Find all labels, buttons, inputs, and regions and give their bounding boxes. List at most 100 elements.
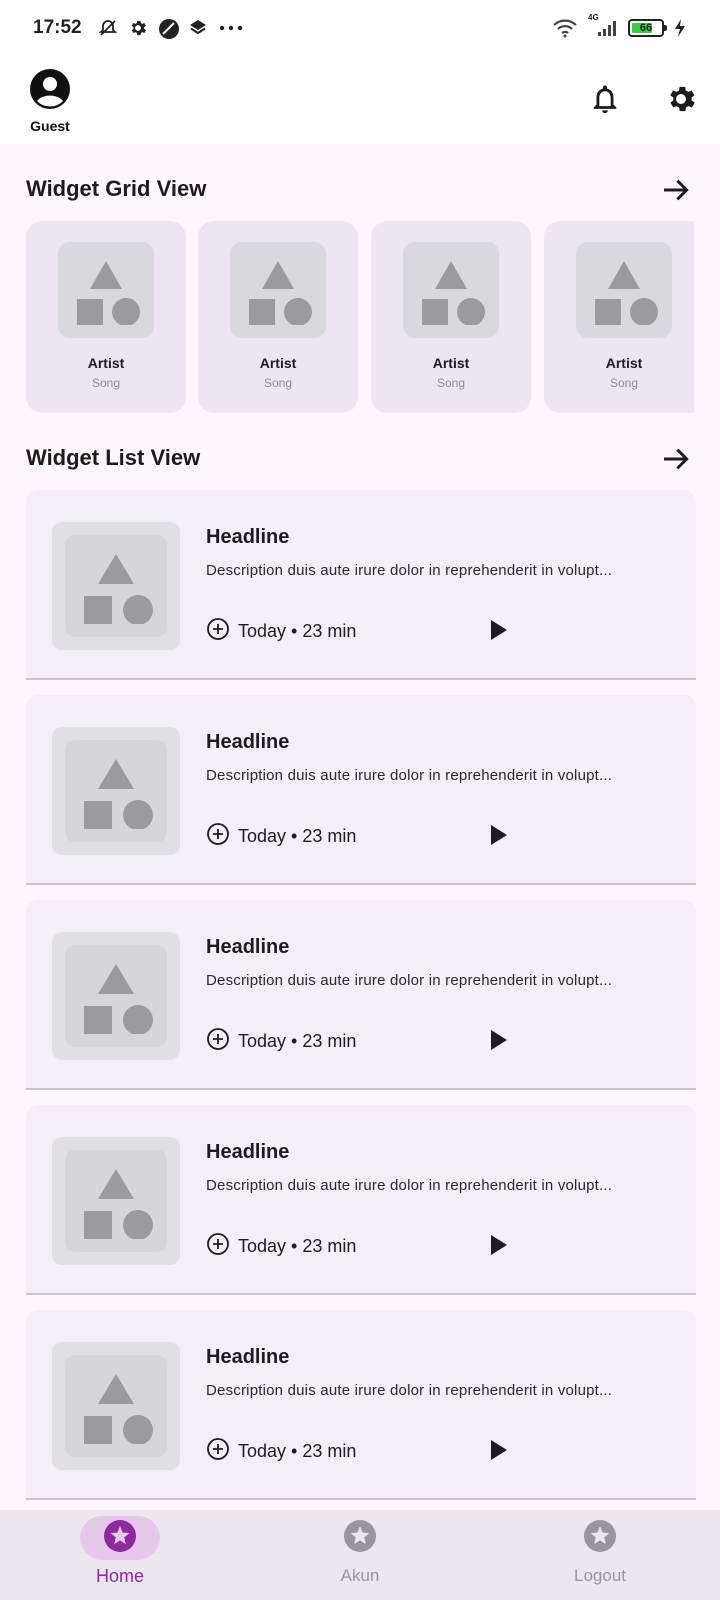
add-circle-icon[interactable] <box>206 1232 230 1261</box>
guest-account[interactable]: Guest <box>28 68 72 134</box>
grid-card-subtitle: Song <box>609 376 639 390</box>
grid-card-title: Artist <box>259 355 297 371</box>
signal-icon: 4G <box>588 13 618 38</box>
arrow-right-icon[interactable] <box>660 443 692 480</box>
grid-card[interactable]: Artist Song <box>26 221 186 413</box>
battery-level: 66 <box>639 22 653 34</box>
wifi-icon <box>552 18 578 38</box>
grid-card-subtitle: Song <box>436 376 466 390</box>
app-bar: Guest <box>0 56 720 144</box>
more-icon <box>218 18 244 38</box>
battery-icon: 66 <box>628 19 667 37</box>
list-meta-text: Today • 23 min <box>238 621 357 641</box>
play-icon[interactable] <box>486 1028 510 1057</box>
grid-card[interactable]: Artist Song <box>544 221 694 413</box>
nav-item-home[interactable]: Home <box>0 1510 240 1600</box>
list-item[interactable]: Headline Description duis aute irure dol… <box>26 490 696 680</box>
play-icon[interactable] <box>486 823 510 852</box>
mute-icon <box>98 18 118 38</box>
nav-item-logout[interactable]: Logout <box>480 1510 720 1600</box>
list-thumb <box>52 932 180 1060</box>
circle-app-icon <box>158 18 179 39</box>
list-description: Description duis aute irure dolor in rep… <box>206 972 613 989</box>
list-description: Description duis aute irure dolor in rep… <box>206 562 613 579</box>
status-right: 4G 66 <box>552 13 686 38</box>
shapes-icon <box>403 242 499 338</box>
grid-card-subtitle: Song <box>263 376 293 390</box>
nav-item-akun[interactable]: Akun <box>240 1510 480 1600</box>
play-icon[interactable] <box>486 1438 510 1467</box>
list-thumb <box>52 727 180 855</box>
arrow-right-icon[interactable] <box>660 174 692 211</box>
shapes-icon <box>65 1355 167 1457</box>
list-item[interactable]: Headline Description duis aute irure dol… <box>26 1105 696 1295</box>
star-icon <box>584 1519 616 1557</box>
grid-card-title: Artist <box>87 355 125 371</box>
list-item[interactable]: Headline Description duis aute irure dol… <box>26 1310 696 1500</box>
nav-pill <box>560 1516 640 1560</box>
bell-icon[interactable] <box>588 82 622 121</box>
list-item[interactable]: Headline Description duis aute irure dol… <box>26 695 696 885</box>
list-headline: Headline <box>206 1141 290 1163</box>
status-bar: 17:52 4G 66 <box>0 0 720 56</box>
grid-section-title: Widget Grid View <box>26 176 207 201</box>
shapes-icon <box>65 740 167 842</box>
play-icon[interactable] <box>486 1233 510 1262</box>
list-meta-text: Today • 23 min <box>238 1236 357 1256</box>
play-icon[interactable] <box>486 618 510 647</box>
nav-label: Logout <box>574 1566 626 1585</box>
settings-icon[interactable] <box>664 82 698 121</box>
grid-card[interactable]: Artist Song <box>371 221 531 413</box>
account-icon <box>29 68 71 115</box>
list-thumb <box>52 1342 180 1470</box>
list-meta: Today • 23 min <box>206 1437 356 1466</box>
shapes-icon <box>65 945 167 1047</box>
list-headline: Headline <box>206 731 290 753</box>
guest-label: Guest <box>30 118 70 134</box>
list-thumb <box>52 522 180 650</box>
list-section-title: Widget List View <box>26 445 201 470</box>
list-item[interactable]: Headline Description duis aute irure dol… <box>26 900 696 1090</box>
network-type: 4G <box>588 13 599 22</box>
shapes-icon <box>65 1150 167 1252</box>
list-description: Description duis aute irure dolor in rep… <box>206 1382 613 1399</box>
grid-card-title: Artist <box>432 355 470 371</box>
list-headline: Headline <box>206 936 290 958</box>
add-circle-icon[interactable] <box>206 617 230 646</box>
list-meta: Today • 23 min <box>206 617 356 646</box>
grid-card-subtitle: Song <box>91 376 121 390</box>
star-icon <box>104 1519 136 1557</box>
shapes-icon <box>576 242 672 338</box>
list-meta-text: Today • 23 min <box>238 1441 357 1461</box>
gear-icon <box>128 18 148 38</box>
nav-pill <box>80 1516 160 1560</box>
nav-pill <box>320 1516 400 1560</box>
shapes-icon <box>230 242 326 338</box>
grid-strip: Artist Song Artist Song Artist Song Arti… <box>26 221 694 413</box>
list-description: Description duis aute irure dolor in rep… <box>206 767 613 784</box>
list-description: Description duis aute irure dolor in rep… <box>206 1177 613 1194</box>
status-time: 17:52 <box>33 17 82 38</box>
bottom-nav: Home Akun Logout <box>0 1510 720 1600</box>
star-icon <box>344 1519 376 1557</box>
nav-label: Akun <box>340 1566 380 1585</box>
list-meta: Today • 23 min <box>206 1027 356 1056</box>
add-circle-icon[interactable] <box>206 1027 230 1056</box>
status-left: 17:52 <box>33 17 244 39</box>
add-circle-icon[interactable] <box>206 1437 230 1466</box>
add-circle-icon[interactable] <box>206 822 230 851</box>
list-meta-text: Today • 23 min <box>238 1031 357 1051</box>
grid-card[interactable]: Artist Song <box>198 221 358 413</box>
list-meta-text: Today • 23 min <box>238 826 357 846</box>
nav-label: Home <box>95 1566 144 1586</box>
layers-icon <box>188 18 208 38</box>
list-meta: Today • 23 min <box>206 1232 356 1261</box>
list-headline: Headline <box>206 1346 290 1368</box>
charging-icon <box>674 18 686 38</box>
list-headline: Headline <box>206 526 290 548</box>
list-meta: Today • 23 min <box>206 822 356 851</box>
shapes-icon <box>65 535 167 637</box>
grid-card-title: Artist <box>605 355 643 371</box>
shapes-icon <box>58 242 154 338</box>
list-thumb <box>52 1137 180 1265</box>
